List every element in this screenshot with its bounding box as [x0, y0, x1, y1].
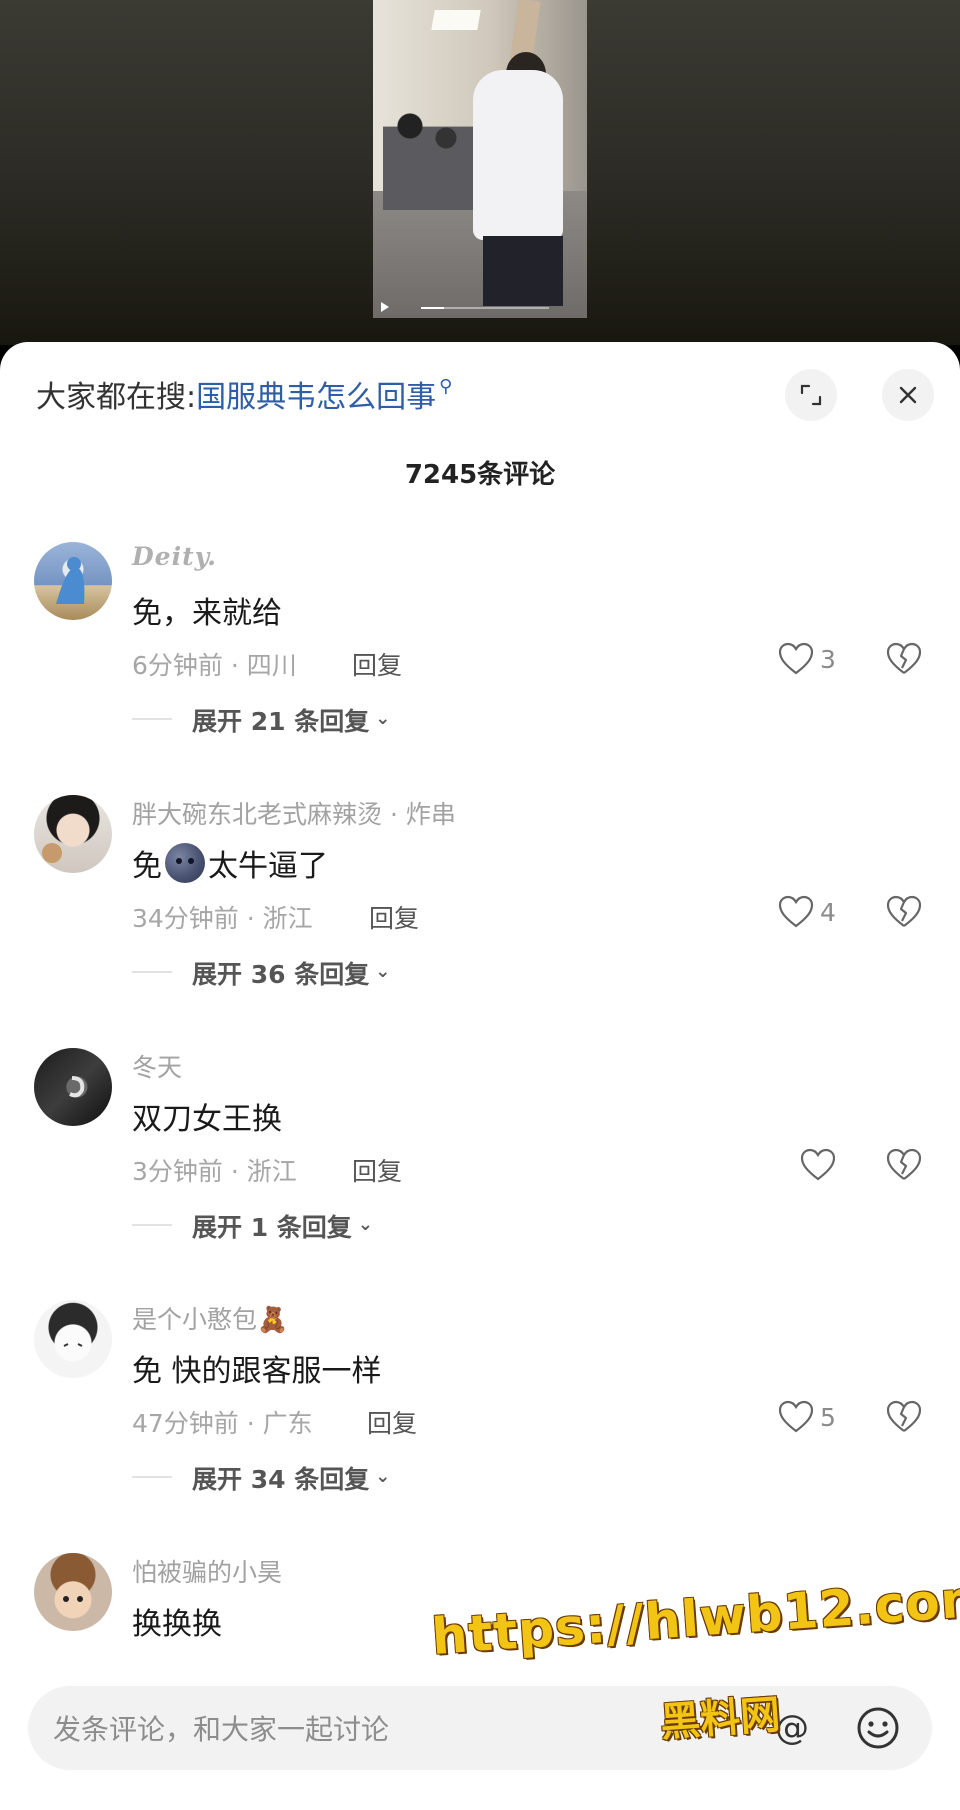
- broken-heart-icon[interactable]: [886, 1148, 922, 1182]
- watermark-name: 黑料网: [658, 1691, 782, 1747]
- comment-meta: 34分钟前 · 浙江: [132, 904, 313, 933]
- reply-button[interactable]: 回复: [352, 646, 402, 682]
- smiley-icon[interactable]: [854, 1704, 902, 1752]
- comments-count: 7245条评论: [404, 460, 556, 490]
- video-player[interactable]: [373, 0, 587, 318]
- expand-replies-label: 展开 21 条回复: [192, 707, 370, 736]
- expand-replies-label: 展开 36 条回复: [192, 960, 370, 989]
- broken-heart-icon[interactable]: [886, 1400, 922, 1434]
- like-button[interactable]: [800, 1148, 836, 1182]
- username[interactable]: Deity.: [132, 542, 217, 571]
- avatar[interactable]: [34, 542, 112, 620]
- like-count: 5: [820, 1402, 836, 1432]
- broken-heart-icon[interactable]: [886, 642, 922, 676]
- hot-search-keyword[interactable]: 国服典韦怎么回事: [196, 372, 436, 416]
- hot-search[interactable]: 大家都在搜: 国服典韦怎么回事 ⚲: [36, 372, 452, 416]
- comment-item: 冬天 双刀女王换 3分钟前 · 浙江 回复 展开 1 条回复 ⌄: [0, 1048, 960, 1298]
- chevron-down-icon: ⌄: [357, 1213, 373, 1235]
- play-icon[interactable]: [381, 302, 389, 312]
- avatar[interactable]: [34, 1048, 112, 1126]
- expand-replies-label: 展开 34 条回复: [192, 1465, 370, 1494]
- username[interactable]: 冬天: [132, 1048, 182, 1084]
- comment-text: 换换换: [132, 1607, 222, 1642]
- chevron-down-icon: ⌄: [375, 960, 391, 982]
- reply-button[interactable]: 回复: [352, 1152, 402, 1188]
- expand-replies[interactable]: 展开 1 条回复 ⌄: [132, 1208, 373, 1244]
- like-button[interactable]: 3: [778, 642, 836, 676]
- chevron-down-icon: ⌄: [375, 707, 391, 729]
- expand-replies[interactable]: 展开 36 条回复 ⌄: [132, 955, 390, 991]
- comment-meta: 3分钟前 · 浙江: [132, 1157, 297, 1186]
- emoji-sticker-icon: [165, 843, 205, 883]
- video-area[interactable]: [0, 0, 960, 345]
- comment-text: 免，来就给: [132, 596, 282, 631]
- like-count: 4: [820, 897, 836, 927]
- comment-text: 双刀女王换: [132, 1102, 282, 1137]
- close-button[interactable]: [882, 369, 934, 421]
- chevron-down-icon: ⌄: [375, 1465, 391, 1487]
- username[interactable]: 怕被骗的小昊: [132, 1553, 282, 1589]
- avatar[interactable]: [34, 795, 112, 873]
- close-icon: [899, 386, 917, 404]
- comment-input-placeholder: 发条评论，和大家一起讨论: [53, 1713, 390, 1746]
- video-progress[interactable]: [381, 302, 579, 312]
- heart-icon: [778, 895, 814, 928]
- like-button[interactable]: 4: [778, 895, 836, 929]
- avatar[interactable]: [34, 1553, 112, 1631]
- expand-button[interactable]: [785, 369, 837, 421]
- username[interactable]: 是个小憨包🧸: [132, 1300, 288, 1336]
- reply-button[interactable]: 回复: [367, 1404, 417, 1440]
- reply-button[interactable]: 回复: [369, 899, 419, 935]
- expand-arrows-icon: [800, 384, 822, 406]
- comment-meta: 6分钟前 · 四川: [132, 651, 297, 680]
- comment-text: 免 太牛逼了: [132, 841, 328, 885]
- comment-input-bar: 发条评论，和大家一起讨论 @: [0, 1642, 960, 1810]
- username[interactable]: 胖大碗东北老式麻辣烫 · 炸串: [132, 795, 456, 831]
- comment-text: 免 快的跟客服一样: [132, 1354, 382, 1389]
- comment-input[interactable]: 发条评论，和大家一起讨论 @: [28, 1686, 932, 1770]
- expand-replies-label: 展开 1 条回复: [192, 1213, 352, 1242]
- comment-item: 胖大碗东北老式麻辣烫 · 炸串 免 太牛逼了 34分钟前 · 浙江 回复 4 展…: [0, 795, 960, 1045]
- broken-heart-icon[interactable]: [886, 895, 922, 929]
- heart-icon: [778, 642, 814, 675]
- heart-icon: [778, 1400, 814, 1433]
- like-button[interactable]: 5: [778, 1400, 836, 1434]
- avatar[interactable]: [34, 1300, 112, 1378]
- hot-search-prefix: 大家都在搜:: [36, 380, 197, 415]
- expand-replies[interactable]: 展开 34 条回复 ⌄: [132, 1460, 390, 1496]
- heart-icon: [800, 1148, 836, 1181]
- comment-item: 是个小憨包🧸 免 快的跟客服一样 47分钟前 · 广东 回复 5 展开 34 条…: [0, 1300, 960, 1550]
- expand-replies[interactable]: 展开 21 条回复 ⌄: [132, 702, 390, 738]
- like-count: 3: [820, 644, 836, 674]
- comment-item: Deity. 免，来就给 6分钟前 · 四川 回复 3 展开 21 条回复 ⌄: [0, 542, 960, 792]
- search-icon: ⚲: [439, 375, 453, 397]
- comment-meta: 47分钟前 · 广东: [132, 1409, 313, 1438]
